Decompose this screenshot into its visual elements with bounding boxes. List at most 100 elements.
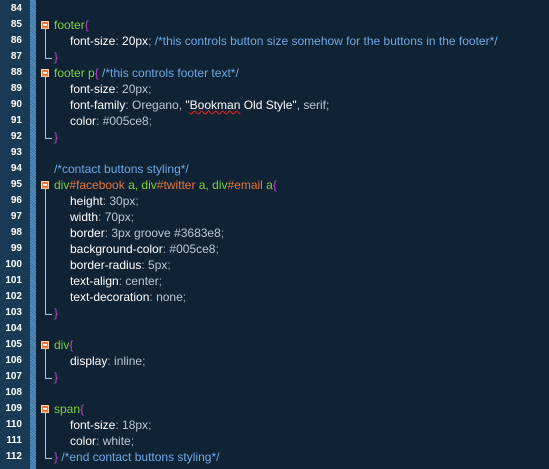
code-text[interactable]: } [54, 49, 58, 65]
code-line[interactable]: 89 font-size: 20px; [0, 81, 549, 97]
code-line[interactable]: 94 /*contact buttons styling*/ [0, 161, 549, 177]
code-text[interactable]: text-decoration: none; [70, 289, 186, 305]
code-text[interactable]: } [54, 129, 58, 145]
token-brace: { [84, 18, 89, 32]
code-line[interactable]: 111 color: white; [0, 433, 549, 449]
token-punct: : [98, 210, 105, 224]
code-text[interactable]: } /*end contact buttons styling*/ [54, 449, 219, 465]
token-prop: text-decoration [70, 290, 150, 304]
line-number: 102 [5, 291, 22, 302]
token-prop: Old Style" [240, 98, 297, 112]
line-number: 105 [5, 339, 22, 350]
code-line[interactable]: 92} [0, 129, 549, 145]
code-line[interactable]: 104 [0, 321, 549, 337]
line-number: 88 [10, 67, 22, 78]
code-line[interactable]: 100 border-radius: 5px; [0, 257, 549, 273]
code-text[interactable]: } [54, 305, 58, 321]
token-val: white [102, 434, 131, 448]
code-line[interactable]: 87} [0, 49, 549, 65]
code-text[interactable]: div{ [54, 337, 73, 353]
token-punct: ; [182, 290, 187, 304]
code-line[interactable]: 109 span{ [0, 401, 549, 417]
line-number: 103 [5, 307, 22, 318]
fold-collapse-icon[interactable] [41, 341, 49, 349]
code-line[interactable]: 95 div#facebook a, div#twitter a, div#ema… [0, 177, 549, 193]
token-prop: display [70, 354, 108, 368]
token-val: 30px [109, 194, 136, 208]
line-number: 86 [10, 35, 22, 46]
code-line[interactable]: 112 } /*end contact buttons styling*/ [0, 449, 549, 465]
code-text[interactable]: display: inline; [70, 353, 145, 369]
token-brace: } [54, 306, 59, 320]
fold-collapse-icon[interactable] [41, 181, 49, 189]
code-line[interactable]: 110 font-size: 18px; [0, 417, 549, 433]
code-text[interactable]: font-size: 20px; /*this controls button … [70, 33, 498, 49]
code-text[interactable]: height: 30px; [70, 193, 139, 209]
code-text[interactable]: footer{ [54, 17, 89, 33]
token-prop: background-color [70, 242, 163, 256]
code-line[interactable]: 88 footer p{ /*this controls footer text*… [0, 65, 549, 81]
token-brace: { [94, 66, 103, 80]
fold-collapse-icon[interactable] [41, 405, 49, 413]
code-line[interactable]: 101 text-align: center; [0, 273, 549, 289]
token-val: Oregano, [132, 98, 186, 112]
code-text[interactable]: background-color: #005ce8; [70, 241, 219, 257]
code-text[interactable]: text-align: center; [70, 273, 162, 289]
code-text[interactable]: span{ [54, 401, 84, 417]
code-line[interactable]: 90 font-family: Oregano, "Bookman Old Sty… [0, 97, 549, 113]
code-text[interactable]: border-radius: 5px; [70, 257, 171, 273]
token-val: 70px [104, 210, 131, 224]
token-val: none [156, 290, 183, 304]
token-punct: ; [130, 434, 135, 448]
token-prop: font-size [70, 82, 116, 96]
line-number: 112 [5, 451, 22, 462]
code-text[interactable]: color: white; [70, 433, 134, 449]
code-line[interactable]: 86 font-size: 20px; /*this controls butto… [0, 33, 549, 49]
code-text[interactable]: div#facebook a, div#twitter a, div#email… [54, 177, 277, 193]
code-text[interactable]: font-family: Oregano, "Bookman Old Style… [70, 97, 329, 113]
code-line[interactable]: 85 footer{ [0, 17, 549, 33]
token-brace: { [80, 402, 85, 416]
token-id: #facebook [69, 178, 125, 192]
code-line[interactable]: 93 [0, 145, 549, 161]
code-text[interactable]: border: 3px groove #3683e8; [70, 225, 224, 241]
fold-collapse-icon[interactable] [41, 21, 49, 29]
code-line[interactable]: 84 [0, 1, 549, 17]
code-line[interactable]: 107} [0, 369, 549, 385]
code-line[interactable]: 99 background-color: #005ce8; [0, 241, 549, 257]
token-punct: ; [167, 258, 171, 272]
code-line[interactable]: 91 color: #005ce8; [0, 113, 549, 129]
token-val: #005ce8 [169, 242, 216, 256]
code-line[interactable]: 108 [0, 385, 549, 401]
code-line[interactable]: 102 text-decoration: none; [0, 289, 549, 305]
token-sel: a [262, 178, 273, 192]
token-prop: 20px [122, 34, 149, 48]
line-number: 90 [10, 99, 22, 110]
code-line[interactable]: 106 display: inline; [0, 353, 549, 369]
token-id: #email [227, 178, 263, 192]
code-line[interactable]: 98 border: 3px groove #3683e8; [0, 225, 549, 241]
code-line[interactable]: 105 div{ [0, 337, 549, 353]
code-editor[interactable]: 84 85 footer{ 86 font-size: 20px; /*this con… [0, 0, 549, 469]
code-text[interactable]: footer p{ /*this controls footer text*/ [54, 65, 239, 81]
code-text[interactable]: /*contact buttons styling*/ [54, 161, 189, 177]
code-text[interactable]: color: #005ce8; [70, 113, 152, 129]
token-sel: div [54, 178, 70, 192]
code-text[interactable]: font-size: 20px; [70, 81, 151, 97]
code-text[interactable]: } [54, 369, 58, 385]
code-text[interactable]: width: 70px; [70, 209, 134, 225]
line-number: 87 [10, 51, 22, 62]
token-comment: /*contact buttons styling*/ [54, 162, 189, 176]
token-val: #005ce8 [102, 114, 149, 128]
token-punct: ; [148, 82, 152, 96]
code-text[interactable]: font-size: 18px; [70, 417, 151, 433]
line-number: 92 [10, 131, 22, 142]
code-line[interactable]: 96 height: 30px; [0, 193, 549, 209]
token-prop: color [70, 114, 97, 128]
fold-collapse-icon[interactable] [41, 69, 49, 77]
token-prop: font-size [70, 34, 116, 48]
code-line[interactable]: 103} [0, 305, 549, 321]
code-line[interactable]: 97 width: 70px; [0, 209, 549, 225]
fold-end-marker [45, 369, 52, 379]
line-number: 107 [5, 371, 22, 382]
